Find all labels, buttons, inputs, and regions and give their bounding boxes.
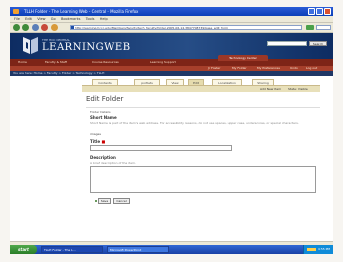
start-button[interactable]: start	[10, 245, 37, 254]
menu-file[interactable]: File	[14, 16, 20, 22]
back-icon[interactable]	[13, 24, 20, 31]
window-title-bar[interactable]: TLLH Folder - The Learning Web - Central…	[10, 7, 333, 16]
site-name[interactable]: LEARNINGWEB	[42, 42, 131, 53]
nav-learning-support[interactable]: Learning Support	[150, 59, 176, 66]
forward-icon[interactable]	[22, 24, 29, 31]
site-search-button[interactable]: Search	[309, 41, 327, 46]
menu-bar: File Edit View Go Bookmarks Tools Help	[10, 16, 333, 23]
navigation-toolbar: http://learning.hccc.edu/Members/faculty…	[10, 23, 333, 33]
folder-details-fieldset: Folder Details Short Name Short Name is …	[86, 107, 320, 239]
nav-technology-center[interactable]: Technology Center	[218, 55, 268, 61]
title-input[interactable]	[90, 145, 232, 151]
minimize-icon[interactable]	[308, 8, 315, 15]
menu-go[interactable]: Go	[51, 16, 56, 22]
menu-help[interactable]: Help	[100, 16, 108, 22]
title-label: Title ■	[90, 139, 105, 144]
title-label-text: Title	[90, 139, 101, 144]
nav-home[interactable]: Home	[18, 59, 27, 66]
screen: TLLH Folder - The Learning Web - Central…	[10, 7, 333, 254]
content-action-bar: Add New Item State: Visible	[82, 86, 320, 92]
short-name-help: Short Name is part of the item's web add…	[90, 121, 299, 125]
close-icon[interactable]	[324, 8, 331, 15]
tab-edit[interactable]: Edit	[188, 79, 204, 85]
system-tray: 4:55 PM	[303, 245, 333, 254]
window-title: TLLH Folder - The Learning Web - Central…	[24, 9, 139, 14]
site-banner: THE HCC CENTRAL LEARNINGWEB Search	[10, 33, 333, 59]
go-button[interactable]	[306, 25, 314, 30]
tab-view[interactable]: View	[166, 79, 184, 85]
monitor-background: TLLH Folder - The Learning Web - Central…	[0, 0, 343, 262]
taskbar-item-firefox[interactable]: TLLH Folder - The L...	[41, 246, 103, 253]
fieldset-legend: Folder Details	[90, 110, 111, 114]
maximize-icon[interactable]	[316, 8, 323, 15]
save-button[interactable]: Save	[98, 198, 111, 204]
short-name-label: Short Name	[90, 115, 117, 120]
main-nav: Home Faculty & Staff Course Resources Le…	[10, 55, 333, 66]
college-logo-icon	[23, 37, 38, 54]
required-icon: ■	[101, 139, 106, 144]
menu-edit[interactable]: Edit	[25, 16, 32, 22]
cancel-button[interactable]: Cancel	[113, 198, 130, 204]
site-search-input[interactable]	[267, 41, 307, 46]
browser-search-input[interactable]	[316, 25, 331, 30]
page-title: Edit Folder	[86, 95, 124, 103]
nav-course-resources[interactable]: Course Resources	[92, 59, 119, 66]
menu-view[interactable]: View	[37, 16, 45, 22]
short-name-field[interactable]: images	[90, 132, 101, 136]
site-favicon	[71, 26, 74, 29]
tab-localization[interactable]: Localization	[212, 79, 242, 85]
firefox-icon	[13, 9, 19, 14]
add-new-item-menu[interactable]: Add New Item	[260, 86, 281, 92]
menu-tools[interactable]: Tools	[86, 16, 95, 22]
home-icon[interactable]	[51, 24, 58, 31]
stop-icon[interactable]	[41, 24, 48, 31]
tab-portlets[interactable]: portlets	[134, 79, 160, 85]
clock: 4:55 PM	[317, 247, 330, 251]
taskbar-item-powerpoint[interactable]: Microsoft PowerPoint	[107, 246, 169, 253]
menu-bookmarks[interactable]: Bookmarks	[61, 16, 81, 22]
save-icon	[95, 200, 97, 202]
description-textarea[interactable]	[90, 166, 316, 193]
content-tabs: Contents portlets View Edit Localization…	[82, 79, 320, 86]
description-help: A brief description of the item.	[90, 161, 136, 165]
windows-taskbar: start TLLH Folder - The L... Microsoft P…	[10, 245, 333, 254]
tray-icons[interactable]	[307, 248, 316, 251]
tab-contents[interactable]: Contents	[92, 79, 118, 85]
nav-faculty-staff[interactable]: Faculty & Staff	[45, 59, 67, 66]
main-content: Contents portlets View Edit Localization…	[10, 76, 333, 241]
state-menu[interactable]: State: Visible	[288, 86, 308, 92]
window-controls	[308, 8, 331, 15]
description-label: Description	[90, 155, 116, 160]
tab-sharing[interactable]: Sharing	[252, 79, 274, 85]
address-bar[interactable]: http://learning.hccc.edu/Members/faculty…	[70, 25, 302, 30]
reload-icon[interactable]	[32, 24, 39, 31]
